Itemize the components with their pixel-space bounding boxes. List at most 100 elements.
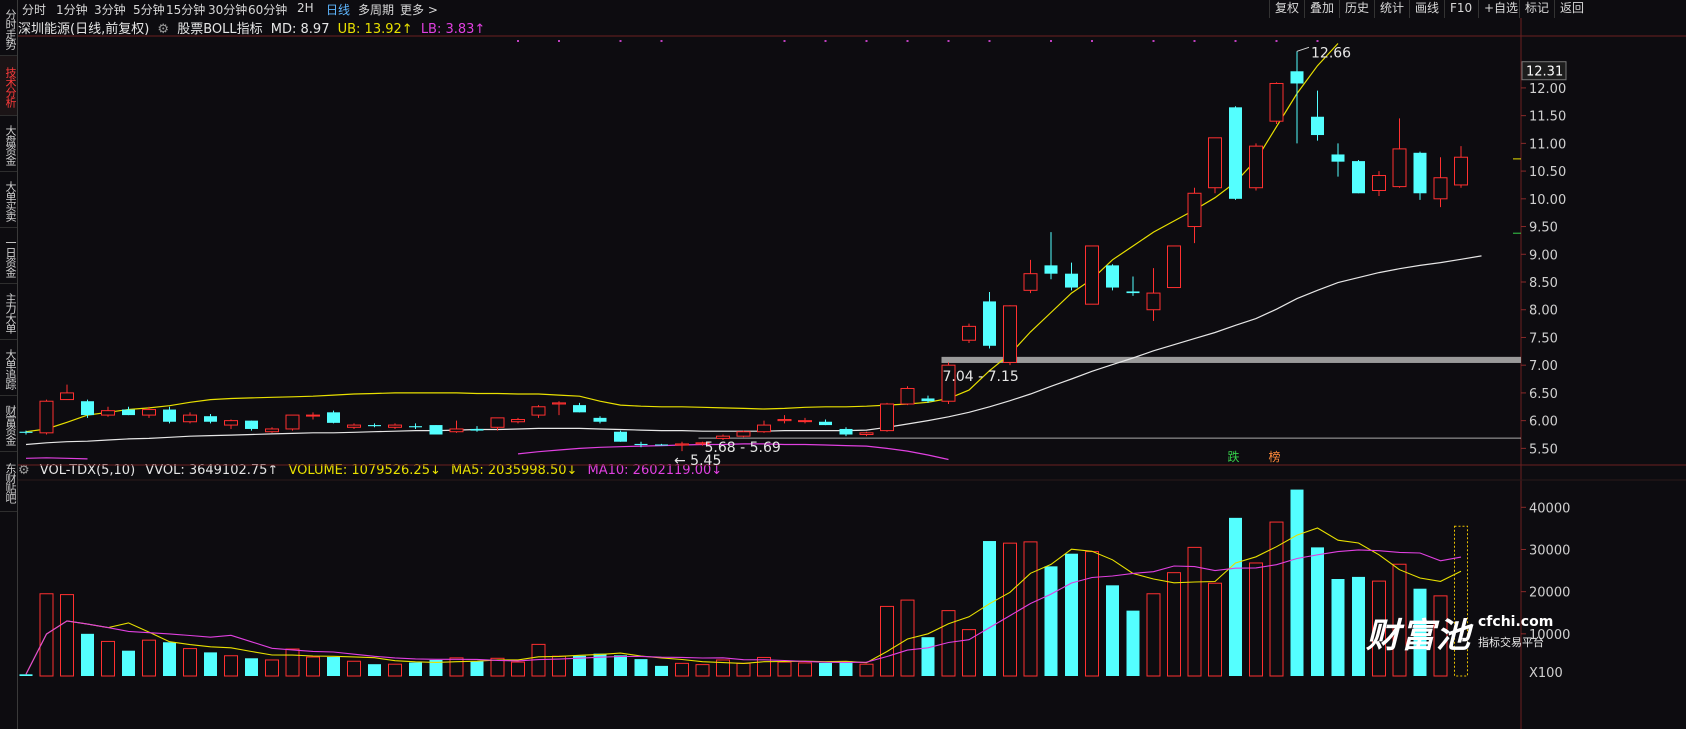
volume-bar bbox=[60, 594, 74, 677]
period-tab-10[interactable]: 更多 > bbox=[400, 1, 438, 18]
candle-body bbox=[1229, 107, 1242, 199]
toolbar-button-0[interactable]: 复权 bbox=[1269, 0, 1304, 18]
sidebar-tab-3[interactable]: 大单买卖 bbox=[0, 172, 17, 228]
volume-bar bbox=[634, 659, 648, 676]
event-marker bbox=[865, 40, 868, 42]
ma10-value: MA10: 2602119.00↓ bbox=[587, 463, 723, 478]
price-tick-label: 6.00 bbox=[1529, 415, 1558, 430]
sidebar-tab-6[interactable]: 大单追踪 bbox=[0, 340, 17, 396]
toolbar-button-7[interactable]: 标记 bbox=[1519, 0, 1554, 18]
toolbar-button-1[interactable]: 叠加 bbox=[1304, 0, 1339, 18]
toolbar-button-4[interactable]: 画线 bbox=[1409, 0, 1444, 18]
settings-gear-icon[interactable]: ⚙ bbox=[157, 22, 169, 37]
volume-bar bbox=[1208, 582, 1222, 677]
current-price-box bbox=[1521, 61, 1567, 81]
candle-body bbox=[19, 431, 33, 433]
volume-bar bbox=[1023, 541, 1038, 677]
period-tab-1[interactable]: 1分钟 bbox=[56, 1, 88, 18]
event-marker bbox=[906, 40, 909, 42]
toolbar-button-3[interactable]: 统计 bbox=[1374, 0, 1409, 18]
volume-bar bbox=[675, 662, 689, 677]
sidebar-tab-7[interactable]: 财富资金 bbox=[0, 396, 17, 452]
vol-gear-icon[interactable]: ⚙ bbox=[18, 463, 30, 478]
sidebar-tab-8[interactable]: 东财贴吧 bbox=[0, 452, 17, 512]
toolbar-button-8[interactable]: 返回 bbox=[1554, 0, 1589, 18]
volume-bar bbox=[941, 610, 956, 677]
period-tab-5[interactable]: 30分钟 bbox=[208, 1, 247, 18]
volume-bar bbox=[614, 655, 627, 676]
gap-upper-label: 7.04 - 7.15 bbox=[943, 369, 1019, 385]
candle-body bbox=[449, 428, 464, 433]
period-tab-9[interactable]: 多周期 bbox=[358, 1, 394, 18]
event-marker bbox=[1193, 40, 1196, 42]
period-tab-3[interactable]: 5分钟 bbox=[133, 1, 165, 18]
period-tab-8[interactable]: 日线 bbox=[326, 1, 350, 18]
candle-body bbox=[1126, 291, 1140, 294]
candle-body bbox=[1290, 71, 1304, 84]
indicator-info-line: 深圳能源(日线,前复权) ⚙ 股票BOLL指标 MD: 8.97 UB: 13.… bbox=[18, 18, 489, 37]
volume-bar bbox=[19, 674, 33, 676]
price-tick-label: 11.00 bbox=[1529, 137, 1566, 152]
vol-indicator-name[interactable]: VOL-TDX(5,10) bbox=[40, 463, 135, 478]
volume-bar bbox=[285, 648, 300, 677]
price-tick-label: 9.50 bbox=[1529, 221, 1558, 236]
candle-body bbox=[1146, 292, 1161, 311]
sidebar-tab-0[interactable]: 分时走势 bbox=[0, 0, 17, 56]
volume-bar bbox=[1249, 562, 1263, 677]
period-tab-4[interactable]: 15分钟 bbox=[166, 1, 205, 18]
event-marker bbox=[1091, 40, 1093, 42]
candle-body bbox=[777, 419, 792, 422]
candle-body bbox=[511, 419, 525, 423]
volume-bar bbox=[245, 658, 258, 676]
candle-body bbox=[327, 412, 340, 423]
sidebar-tab-4[interactable]: 一日资金 bbox=[0, 228, 17, 284]
sidebar-tab-1[interactable]: 技术分析 bbox=[0, 56, 17, 116]
candle-body bbox=[1372, 175, 1386, 191]
high-pointer bbox=[1296, 46, 1310, 52]
price-tick-label: 10.00 bbox=[1529, 193, 1566, 208]
candle-body bbox=[368, 425, 381, 427]
volume-bar bbox=[1352, 576, 1365, 676]
candle-body bbox=[819, 421, 832, 426]
indicator-name[interactable]: 股票BOLL指标 bbox=[177, 22, 262, 37]
sidebar-tab-2[interactable]: 大盘资金 bbox=[0, 116, 17, 172]
stock-title[interactable]: 深圳能源(日线,前复权) bbox=[18, 22, 149, 37]
candle-body bbox=[470, 428, 484, 431]
gap-lower-label: 5.68 - 5.69 bbox=[705, 440, 781, 456]
volume-bar bbox=[839, 661, 853, 676]
candle-body bbox=[736, 431, 751, 437]
event-marker bbox=[1316, 40, 1319, 42]
volume-bar bbox=[1187, 546, 1202, 677]
volume-value: VOLUME: 1079526.25↓ bbox=[288, 463, 441, 478]
volume-bar bbox=[306, 656, 320, 677]
watermark-brand: 财富池 bbox=[1366, 616, 1471, 656]
period-tab-2[interactable]: 3分钟 bbox=[94, 1, 126, 18]
volume-bar bbox=[880, 605, 894, 677]
ma5-value: MA5: 2035998.50↓ bbox=[451, 463, 578, 478]
price-tick-label: 6.50 bbox=[1529, 387, 1558, 402]
candle-body bbox=[1167, 245, 1181, 289]
volume-bar bbox=[983, 541, 996, 676]
period-tab-7[interactable]: 2H bbox=[297, 1, 314, 15]
event-marker bbox=[558, 40, 560, 42]
period-tab-0[interactable]: 分时 bbox=[22, 1, 46, 18]
candle-body bbox=[101, 410, 115, 416]
left-sidebar: 分时走势 技术分析 大盘资金 大单买卖 一日资金 主力大单 大单追踪 财富资金 东财贴吧 bbox=[0, 0, 18, 729]
volume-bar bbox=[736, 662, 751, 677]
sidebar-tab-5[interactable]: 主力大单 bbox=[0, 284, 17, 340]
volume-bar bbox=[1065, 553, 1078, 676]
candle-body bbox=[183, 414, 197, 423]
volume-bar bbox=[1146, 593, 1161, 677]
volume-tick-label: 30000 bbox=[1529, 543, 1570, 558]
toolbar-button-5[interactable]: F10 bbox=[1444, 0, 1477, 18]
current-price-label: 12.31 bbox=[1526, 65, 1563, 80]
candle-body bbox=[655, 444, 668, 446]
toolbar-button-2[interactable]: 历史 bbox=[1339, 0, 1374, 18]
toolbar-button-6[interactable]: +自选 bbox=[1478, 0, 1523, 18]
price-tick-label: 8.00 bbox=[1529, 304, 1558, 319]
candle-body bbox=[163, 409, 176, 422]
candle-body bbox=[388, 424, 402, 428]
period-tab-6[interactable]: 60分钟 bbox=[248, 1, 287, 18]
event-marker bbox=[1050, 40, 1052, 42]
volume-bar bbox=[347, 660, 361, 677]
